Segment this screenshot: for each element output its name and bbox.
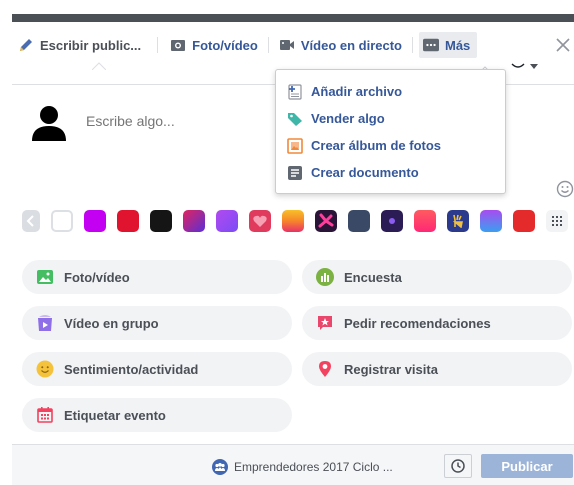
calendar-icon	[36, 406, 54, 424]
composer-footer: Emprendedores 2017 Ciclo ... Publicar	[12, 444, 574, 485]
menu-item-create-document-label: Crear documento	[311, 165, 419, 180]
background-swatch[interactable]	[282, 210, 304, 232]
tab-separator	[267, 37, 269, 53]
camera-icon	[170, 37, 186, 53]
background-picker	[22, 210, 574, 232]
option-check-in[interactable]: Registrar visita	[302, 352, 572, 386]
publish-button[interactable]: Publicar	[481, 454, 573, 478]
composer-tabs: Escribir public... Foto/vídeo Vídeo en d…	[12, 32, 478, 58]
clock-icon	[451, 459, 465, 473]
tab-more[interactable]: Más	[419, 32, 478, 58]
tab-live-video[interactable]: Vídeo en directo	[273, 32, 408, 58]
option-poll-label: Encuesta	[344, 269, 402, 285]
pencil-icon	[18, 37, 34, 53]
background-swatch[interactable]	[150, 210, 172, 232]
audience-selector[interactable]: Emprendedores 2017 Ciclo ...	[212, 459, 393, 475]
schedule-button[interactable]	[444, 454, 472, 478]
option-photo-video[interactable]: Foto/vídeo	[22, 260, 292, 294]
tab-separator	[157, 37, 159, 53]
background-swatch[interactable]	[216, 210, 238, 232]
more-dots-icon	[423, 37, 439, 53]
smiley-icon	[36, 360, 54, 378]
option-poll[interactable]: Encuesta	[302, 260, 572, 294]
document-icon	[287, 165, 303, 181]
recommendation-icon	[316, 314, 334, 332]
background-swatch-hand[interactable]	[447, 210, 469, 232]
top-bar	[12, 14, 574, 22]
background-swatch[interactable]	[414, 210, 436, 232]
option-group-video[interactable]: Vídeo en grupo	[22, 306, 292, 340]
option-tag-event-label: Etiquetar evento	[64, 407, 166, 423]
background-swatch[interactable]	[117, 210, 139, 232]
option-feeling-activity-label: Sentimiento/actividad	[64, 361, 199, 377]
background-swatch[interactable]	[513, 210, 535, 232]
option-ask-recommendations-label: Pedir recomendaciones	[344, 315, 491, 331]
video-camera-icon	[279, 37, 295, 53]
menu-item-create-album[interactable]: Crear álbum de fotos	[276, 132, 505, 159]
option-check-in-label: Registrar visita	[344, 361, 438, 377]
more-dropdown-menu: Añadir archivo Vender algo Crear álbum d…	[275, 69, 506, 194]
avatar	[30, 104, 68, 142]
option-ask-recommendations[interactable]: Pedir recomendaciones	[302, 306, 572, 340]
tab-photo-video-label: Foto/vídeo	[192, 37, 258, 53]
menu-item-create-document[interactable]: Crear documento	[276, 159, 505, 186]
menu-item-create-album-label: Crear álbum de fotos	[311, 138, 442, 153]
poll-icon	[316, 268, 334, 286]
option-photo-video-label: Foto/vídeo	[64, 269, 130, 285]
price-tag-icon	[287, 111, 303, 127]
background-swatch-plain[interactable]	[51, 210, 73, 232]
background-swatch[interactable]	[183, 210, 205, 232]
add-file-icon	[287, 83, 303, 100]
close-icon[interactable]	[554, 36, 572, 54]
tab-write-post-label: Escribir public...	[40, 37, 142, 53]
tab-live-video-label: Vídeo en directo	[300, 37, 402, 53]
menu-item-sell-label: Vender algo	[311, 111, 385, 126]
menu-item-add-file[interactable]: Añadir archivo	[276, 78, 505, 105]
option-group-video-label: Vídeo en grupo	[64, 315, 159, 331]
emoji-icon[interactable]	[556, 180, 574, 198]
group-video-icon	[36, 314, 54, 332]
chevron-down-icon	[510, 60, 540, 72]
background-swatch[interactable]	[84, 210, 106, 232]
option-feeling-activity[interactable]: Sentimiento/actividad	[22, 352, 292, 386]
collapse-backgrounds-button[interactable]	[22, 210, 40, 232]
menu-item-add-file-label: Añadir archivo	[311, 84, 403, 99]
background-swatch-space[interactable]	[381, 210, 403, 232]
option-tag-event[interactable]: Etiquetar evento	[22, 398, 292, 432]
background-swatch[interactable]	[480, 210, 502, 232]
background-swatch-flower[interactable]	[315, 210, 337, 232]
audience-label: Emprendedores 2017 Ciclo ...	[234, 460, 393, 474]
menu-item-sell[interactable]: Vender algo	[276, 105, 505, 132]
photo-album-icon	[287, 137, 303, 154]
background-swatch-heart[interactable]	[249, 210, 271, 232]
tab-separator	[412, 37, 413, 53]
active-tab-caret-icon	[91, 58, 107, 71]
photo-icon	[36, 268, 54, 286]
location-pin-icon	[316, 360, 334, 378]
group-icon	[212, 459, 228, 475]
post-text-input[interactable]	[86, 113, 286, 129]
background-swatch[interactable]	[348, 210, 370, 232]
tab-more-label: Más	[445, 37, 471, 53]
more-backgrounds-grid-icon[interactable]	[546, 210, 568, 232]
tab-photo-video[interactable]: Foto/vídeo	[164, 32, 264, 58]
tab-write-post[interactable]: Escribir public...	[12, 32, 147, 58]
